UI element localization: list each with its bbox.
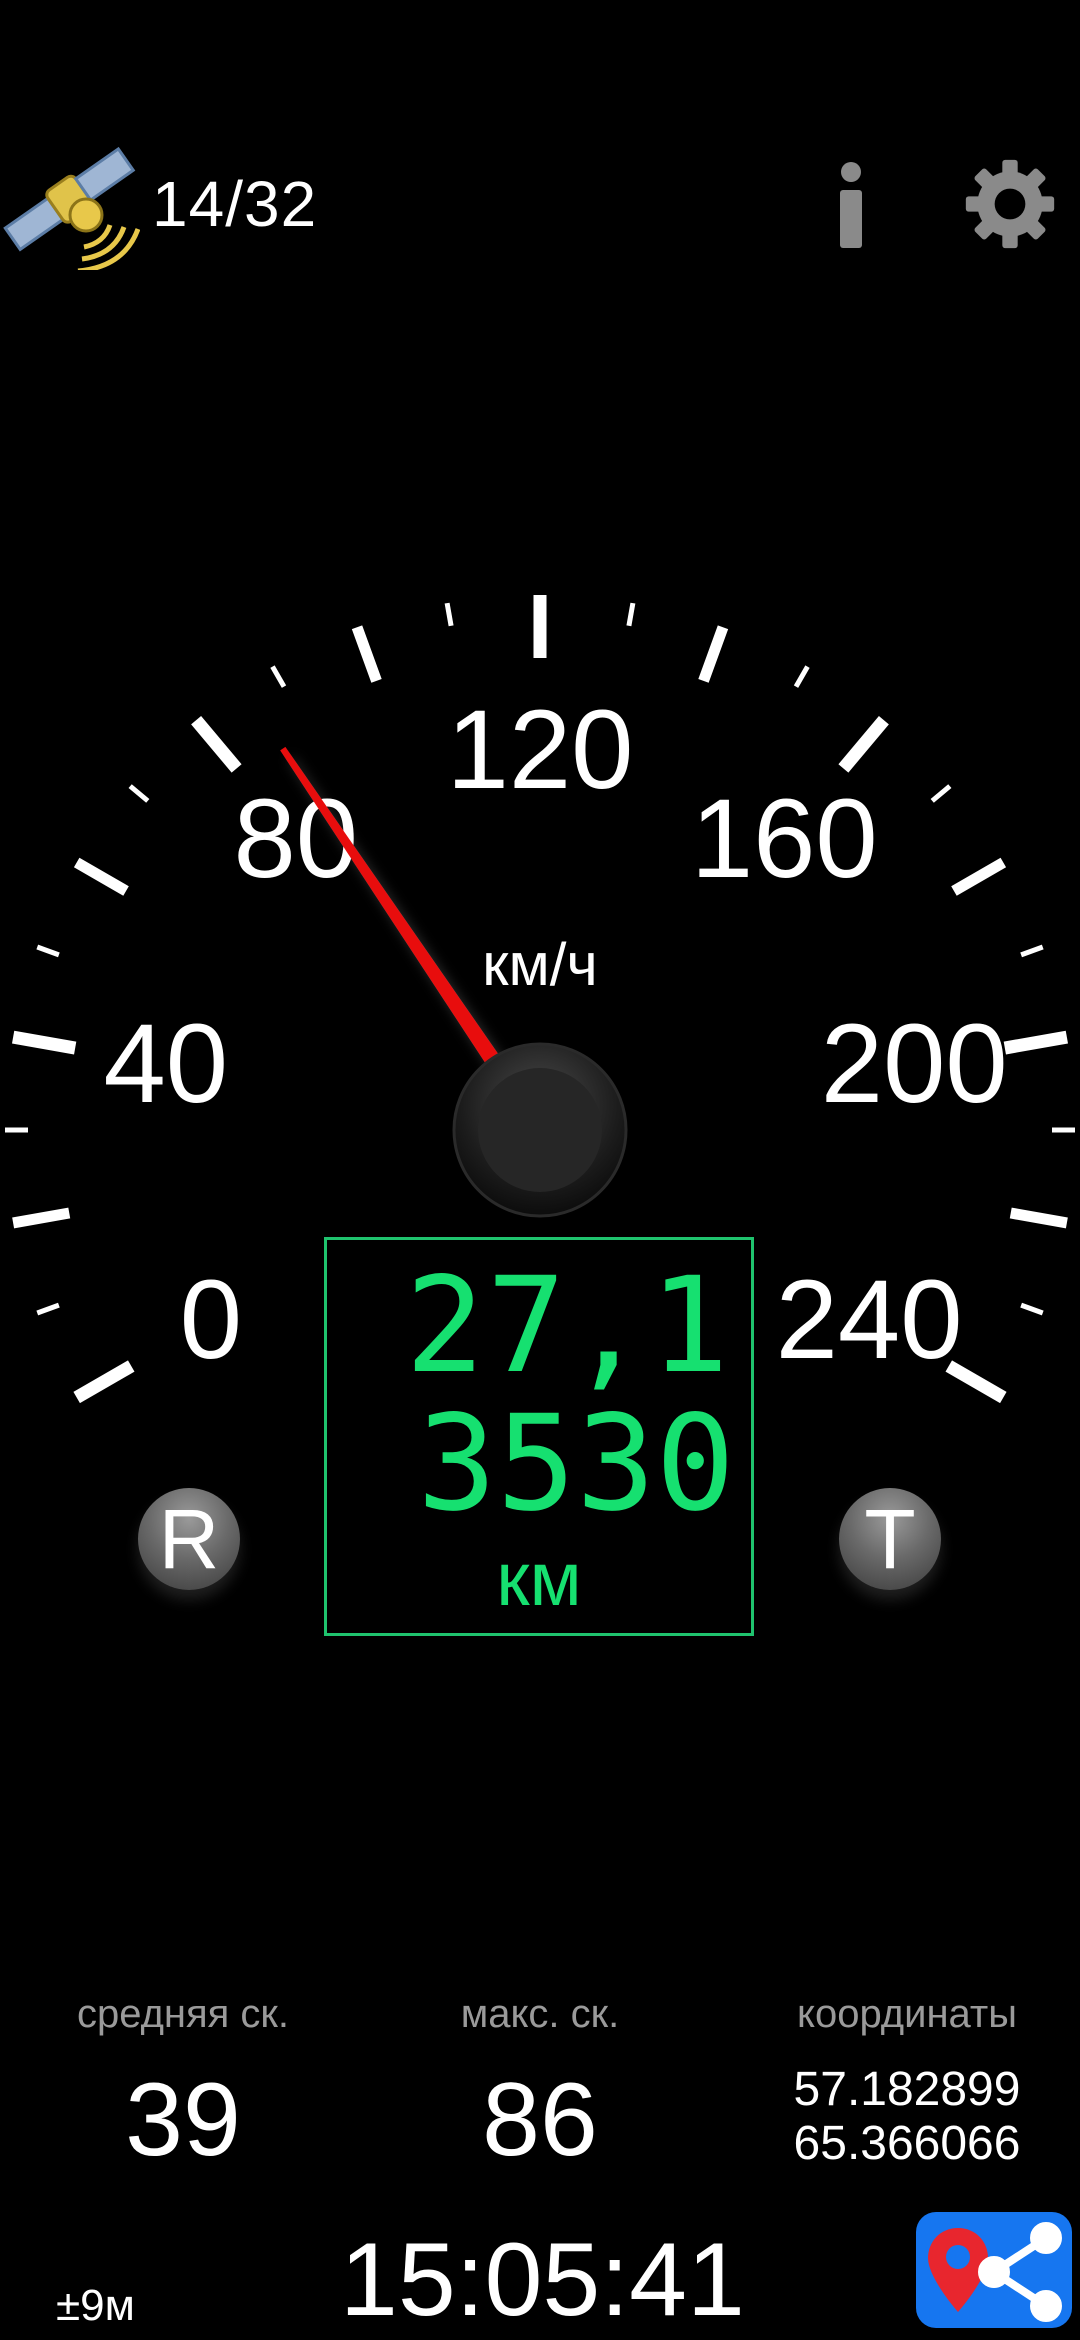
gauge-tick-20 [1003, 1030, 1069, 1055]
satellite-icon [3, 146, 140, 270]
gauge-tick-10 [351, 625, 382, 683]
share-location-button[interactable] [916, 2212, 1072, 2328]
gear-icon[interactable] [962, 156, 1058, 252]
gauge-tick-9 [270, 665, 287, 688]
odometer-value: 3530 [417, 1387, 735, 1541]
gauge-tick-13 [626, 602, 636, 627]
gauge-tick-22 [1009, 1207, 1068, 1229]
coordinates-label: координаты [797, 1992, 1017, 2036]
gauge-label-40: 40 [103, 1001, 228, 1126]
latitude-value: 57.182899 [793, 2063, 1021, 2116]
digital-display: 27,1 3530 км [324, 1237, 754, 1636]
longitude-value: 65.366066 [793, 2117, 1021, 2170]
gauge-tick-17 [930, 784, 952, 803]
clock-time: 15:05:41 [340, 2222, 745, 2338]
digital-speed: 27,1 [405, 1249, 731, 1403]
gps-accuracy: ±9м [56, 2281, 135, 2330]
gauge-tick-23 [1020, 1302, 1044, 1316]
gauge-tick-18 [951, 857, 1007, 896]
gauge-label-120: 120 [447, 687, 634, 812]
needle-hub-center [478, 1068, 602, 1192]
gauge-unit-label: км/ч [482, 931, 597, 998]
gauge-tick-15 [793, 665, 810, 688]
max-speed-value: 86 [482, 2062, 598, 2178]
gauge-label-160: 160 [691, 776, 878, 901]
gauge-tick-5 [36, 944, 60, 958]
reset-button[interactable]: R [138, 1488, 240, 1590]
gauge-tick-1 [36, 1302, 60, 1316]
gauge-tick-16 [838, 715, 889, 773]
trip-button[interactable]: T [839, 1488, 941, 1590]
info-icon[interactable] [826, 160, 876, 250]
gauge-tick-0 [73, 1360, 135, 1404]
share-icon [978, 2222, 1062, 2322]
avg-speed-label: средняя ск. [76, 1992, 290, 2036]
avg-speed-value: 39 [125, 2062, 241, 2178]
gauge-tick-7 [128, 784, 150, 803]
gauge-tick-6 [73, 857, 129, 896]
gauge-label-0: 0 [180, 1257, 242, 1382]
odometer-unit: км [496, 1537, 582, 1622]
gauge-tick-14 [698, 625, 729, 683]
gauge-tick-4 [11, 1030, 77, 1055]
max-speed-label: макс. ск. [460, 1992, 620, 2036]
gauge-tick-19 [1020, 944, 1044, 958]
gauge-label-240: 240 [776, 1257, 963, 1382]
satellite-count: 14/32 [152, 168, 318, 240]
gauge-tick-8 [191, 715, 242, 773]
gauge-label-200: 200 [821, 1001, 1008, 1126]
gauge-tick-2 [12, 1207, 71, 1229]
gauge-tick-11 [444, 602, 454, 627]
speedometer-screen: 14/32 0 40 80 120 160 200 240 км/ч 27,1 … [0, 0, 1080, 2340]
